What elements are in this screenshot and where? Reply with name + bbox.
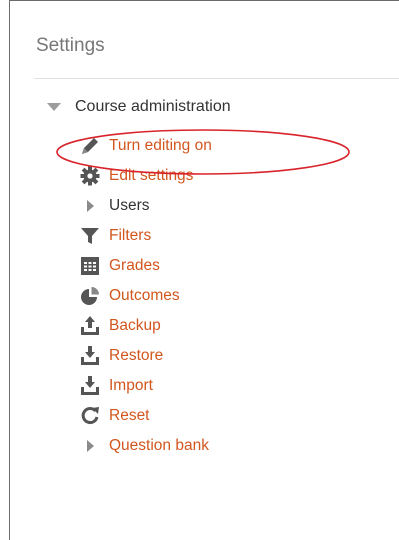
- title-divider: [34, 78, 399, 79]
- download-icon: [78, 345, 102, 367]
- course-administration-label: Course administration: [75, 98, 231, 115]
- menu-item-question-bank[interactable]: Question bank: [78, 431, 212, 461]
- gear-icon: [78, 165, 102, 187]
- menu-item-edit-settings[interactable]: Edit settings: [78, 161, 212, 191]
- settings-block: Settings Course administration Turn edit…: [9, 0, 399, 540]
- caret-right-icon[interactable]: [78, 195, 102, 217]
- menu-item-backup[interactable]: Backup: [78, 311, 212, 341]
- menu-item-reset[interactable]: Reset: [78, 401, 212, 431]
- upload-icon: [78, 315, 102, 337]
- menu-item-label: Users: [109, 197, 150, 214]
- menu-item-label: Grades: [109, 257, 160, 274]
- menu-item-grades[interactable]: Grades: [78, 251, 212, 281]
- course-administration-menu: Turn editing on Edit settings Users Filt…: [78, 131, 212, 461]
- pie-chart-icon: [78, 285, 102, 307]
- menu-item-label: Restore: [109, 347, 164, 364]
- pencil-icon: [78, 135, 102, 157]
- grades-table-icon: [78, 255, 102, 277]
- course-administration-node[interactable]: Course administration: [47, 95, 231, 119]
- menu-item-filters[interactable]: Filters: [78, 221, 212, 251]
- block-title: Settings: [36, 35, 105, 56]
- menu-item-label: Import: [109, 377, 153, 394]
- download-icon: [78, 375, 102, 397]
- menu-item-label: Backup: [109, 317, 161, 334]
- caret-right-icon[interactable]: [78, 435, 102, 457]
- filter-icon: [78, 225, 102, 247]
- menu-item-label: Filters: [109, 227, 152, 244]
- reset-icon: [78, 405, 102, 427]
- menu-item-label: Outcomes: [109, 287, 180, 304]
- menu-item-turn-editing-on[interactable]: Turn editing on: [78, 131, 212, 161]
- menu-item-import[interactable]: Import: [78, 371, 212, 401]
- menu-item-restore[interactable]: Restore: [78, 341, 212, 371]
- menu-item-label: Edit settings: [109, 167, 194, 184]
- caret-down-icon[interactable]: [47, 103, 61, 111]
- menu-item-outcomes[interactable]: Outcomes: [78, 281, 212, 311]
- menu-item-label: Reset: [109, 407, 150, 424]
- menu-item-label: Question bank: [109, 437, 209, 454]
- menu-item-label: Turn editing on: [109, 137, 212, 154]
- menu-item-users[interactable]: Users: [78, 191, 212, 221]
